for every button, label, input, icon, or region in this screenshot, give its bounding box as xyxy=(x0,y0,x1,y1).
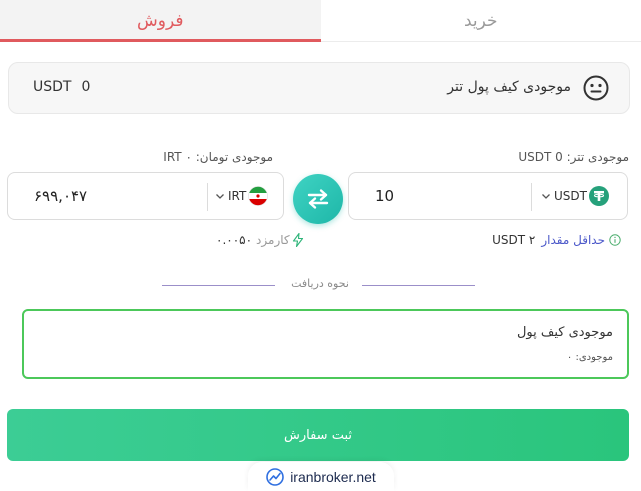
usdt-currency-select[interactable]: USDT xyxy=(541,186,609,206)
wallet-currency: USDT xyxy=(33,79,72,95)
fee-label: کارمزد xyxy=(256,233,290,247)
minimum-amount-value: USDT ۲ xyxy=(492,233,536,247)
irt-balance-label: موجودی تومان: ۰ IRT xyxy=(163,150,273,164)
tether-icon xyxy=(588,186,609,206)
usdt-amount-input[interactable]: 10 xyxy=(375,187,394,205)
minimum-amount-label: حداقل مقدار xyxy=(541,233,605,247)
watermark-text: iranbroker.net xyxy=(290,468,376,485)
separator-line xyxy=(162,285,275,286)
separator-line xyxy=(362,285,475,286)
chart-trend-logo-icon xyxy=(266,467,284,486)
lightning-icon xyxy=(292,233,303,247)
irt-amount-field[interactable]: ۶۹۹,۰۴۷ IRT xyxy=(7,172,284,220)
field-divider xyxy=(531,183,532,211)
chevron-down-icon xyxy=(216,194,224,199)
minimum-amount-row: حداقل مقدار USDT ۲ xyxy=(492,233,621,247)
wallet-balance-amount: USDT 0 xyxy=(33,79,100,95)
submit-order-label: ثبت سفارش xyxy=(284,427,353,443)
irt-currency-label: IRT xyxy=(228,189,247,203)
trade-tabs: فروش خرید xyxy=(0,0,641,42)
fee-value: ۰.۰۰۵۰ xyxy=(216,233,253,247)
chevron-down-icon xyxy=(542,194,550,199)
usdt-amount-field[interactable]: 10 USDT xyxy=(348,172,628,220)
swap-arrows-icon xyxy=(307,189,329,209)
irt-currency-select[interactable]: IRT xyxy=(215,186,269,206)
tab-sell[interactable]: فروش xyxy=(0,0,321,42)
wallet-balance-card: موجودی کیف پول تتر USDT 0 xyxy=(8,62,630,114)
receive-method-balance: موجودی: ۰ xyxy=(566,352,613,363)
info-icon xyxy=(609,234,621,246)
watermark: iranbroker.net xyxy=(248,462,394,491)
tab-sell-label: فروش xyxy=(137,11,184,31)
wallet-amount-value: 0 xyxy=(81,79,91,95)
usdt-balance-label: موجودی تتر: 0 USDT xyxy=(518,150,629,164)
tab-buy-label: خرید xyxy=(463,10,498,31)
irt-amount-input[interactable]: ۶۹۹,۰۴۷ xyxy=(34,187,87,205)
usdt-currency-label: USDT xyxy=(554,189,587,203)
neutral-face-icon xyxy=(583,75,609,101)
submit-order-button[interactable]: ثبت سفارش xyxy=(7,409,629,461)
iran-flag-icon xyxy=(248,186,269,206)
fee-row: ۰.۰۰۵۰ کارمزد xyxy=(216,233,304,247)
swap-button[interactable] xyxy=(293,174,343,224)
receive-method-title: موجودی کیف پول xyxy=(516,325,613,340)
receive-method-heading: نحوه دریافت xyxy=(291,277,349,290)
receive-method-option[interactable]: موجودی کیف پول موجودی: ۰ xyxy=(22,309,629,379)
field-divider xyxy=(207,183,208,211)
wallet-balance-label: موجودی کیف پول تتر xyxy=(447,79,571,95)
tab-buy[interactable]: خرید xyxy=(320,0,641,42)
